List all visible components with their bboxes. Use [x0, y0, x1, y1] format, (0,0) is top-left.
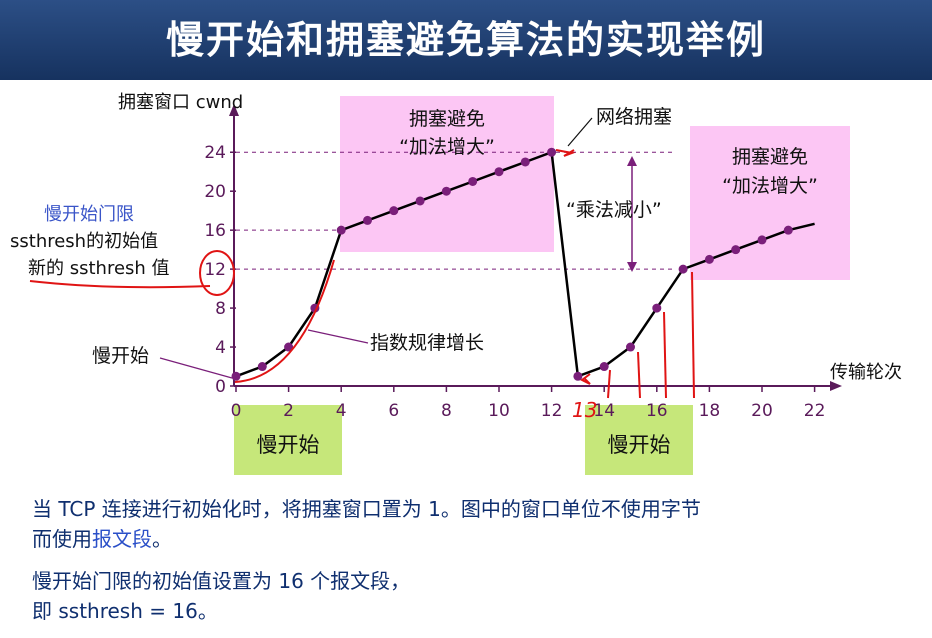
x-tick-label: 2 — [283, 401, 294, 421]
data-point — [678, 264, 688, 274]
y-tick-label: 4 — [215, 338, 226, 358]
y-tick-label: 8 — [215, 299, 226, 319]
data-point — [757, 235, 767, 245]
y-tick-label: 12 — [204, 260, 226, 280]
x-tick-label: 6 — [388, 401, 399, 421]
x-tick-label: 8 — [441, 401, 452, 421]
handwritten-13: 13 — [572, 398, 597, 422]
ca1-label-2: “加法增大” — [399, 136, 495, 158]
y-axis-label: 拥塞窗口 cwnd — [118, 92, 243, 113]
data-point — [731, 245, 741, 255]
line2-a: 而使用 — [32, 527, 92, 551]
data-point — [704, 254, 714, 264]
data-point — [494, 167, 504, 177]
data-point — [231, 371, 241, 381]
data-point — [626, 342, 635, 352]
data-point — [257, 362, 267, 372]
description-line-2: 而使用报文段。 — [32, 524, 172, 554]
data-point — [389, 206, 399, 216]
data-point — [520, 157, 530, 167]
x-tick-label: 0 — [231, 401, 242, 421]
line2-c: 。 — [152, 527, 172, 551]
ca1-label-1: 拥塞避免 — [409, 108, 485, 130]
data-point — [547, 147, 557, 157]
y-tick-label: 20 — [204, 182, 226, 202]
ssthresh-new: 新的 ssthresh 值 — [28, 258, 170, 279]
red-slow-start-trace — [234, 259, 335, 383]
red-scribble-peak — [555, 149, 576, 157]
red-drop-14 — [607, 369, 611, 399]
line2-highlight: 报文段 — [92, 527, 152, 551]
page-title: 慢开始和拥塞避免算法的实现举例 — [165, 18, 766, 62]
description-line-4: 即 ssthresh = 16。 — [32, 599, 218, 623]
data-point — [336, 225, 346, 235]
red-underline — [29, 280, 211, 289]
data-point — [652, 303, 662, 313]
y-tick-label: 24 — [204, 143, 226, 163]
description-line-3: 慢开始门限的初始值设置为 16 个报文段， — [32, 569, 411, 593]
decrease-arrow-down — [627, 262, 637, 272]
slow-start-pointer — [159, 357, 233, 379]
decrease-arrow-up — [627, 156, 637, 166]
y-tick-label: 0 — [215, 377, 226, 397]
data-point — [573, 371, 583, 381]
ca2-label-2: “加法增大” — [722, 175, 818, 197]
ssthresh-title: 慢开始门限 — [44, 204, 134, 225]
red-drop-17 — [691, 271, 695, 399]
data-point — [468, 176, 478, 186]
exponential-label: 指数规律增长 — [370, 332, 484, 354]
x-axis-label: 传输轮次 — [830, 362, 902, 383]
slow-start-left-label: 慢开始 — [92, 345, 149, 367]
mult-decrease-label: “乘法减小” — [566, 199, 662, 221]
x-tick-label: 18 — [699, 401, 721, 421]
ssthresh-initial: ssthresh的初始值 — [10, 231, 158, 252]
slow-start-label-2: 慢开始 — [608, 433, 671, 457]
x-tick-label: 12 — [541, 401, 563, 421]
congestion-label: 网络拥塞 — [596, 106, 672, 128]
red-drop-15 — [637, 351, 641, 399]
x-tick-label: 22 — [804, 401, 826, 421]
exponential-pointer — [307, 329, 369, 344]
data-point — [783, 225, 793, 235]
congestion-chart: 048121620240 2 4 6 8 10 12 14 16 18 20 22 拥塞窗口 cwnd… — [10, 92, 902, 475]
data-point — [415, 196, 425, 206]
y-tick-label: 16 — [204, 221, 226, 241]
x-tick-label: 4 — [336, 401, 347, 421]
data-point — [599, 362, 609, 372]
data-point — [441, 186, 451, 196]
data-point — [363, 215, 372, 225]
slow-start-label-1: 慢开始 — [257, 433, 320, 457]
description-line-1: 当 TCP 连接进行初始化时，将拥塞窗口置为 1。图中的窗口单位不使用字节 — [32, 497, 701, 521]
congestion-pointer — [567, 117, 593, 147]
x-tick-label: 20 — [751, 401, 773, 421]
x-tick-label: 10 — [488, 401, 510, 421]
ca2-label-1: 拥塞避免 — [732, 146, 808, 168]
x-tick-label: 16 — [646, 401, 668, 421]
